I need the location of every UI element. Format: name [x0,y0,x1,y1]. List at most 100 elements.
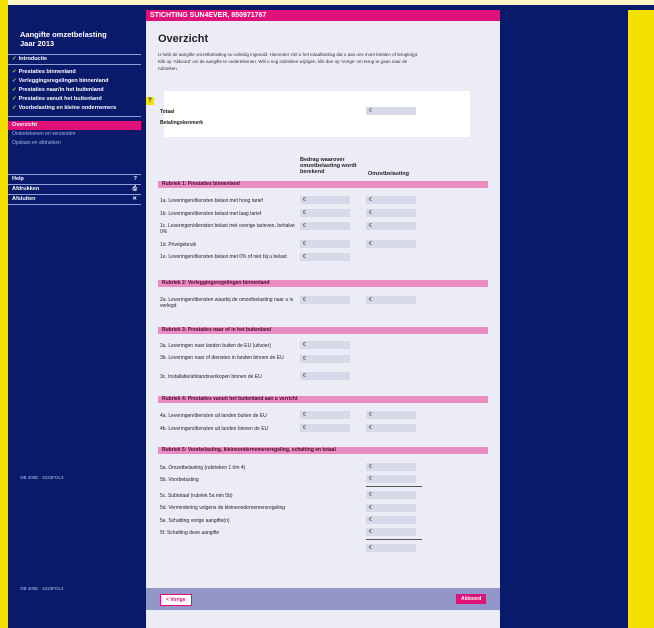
sidebar-title: Aangifte omzetbelasting Jaar 2013 [8,10,145,48]
field-5d[interactable]: € [366,504,416,512]
help-icon: ? [133,176,137,182]
totaal-field[interactable]: € [366,107,416,115]
row-label-1e: 1e. Leveringen/diensten belast met 0% of… [160,254,287,260]
check-icon: ✓ [12,56,17,62]
sidebar-item-label: Verleggingsregelingen binnenland [18,78,109,84]
row-label-5a: 5a. Omzetbelasting (rubrieken 1 t/m 4) [160,465,246,471]
top-strip [0,0,654,5]
row-label-1c: 1c. Leveringen/diensten belast met overi… [160,223,295,235]
form-title: Aangifte omzetbelasting [20,30,107,39]
sidebar-item-overzicht[interactable]: Overzicht [8,121,141,130]
check-icon: ✓ [12,78,17,84]
row-label-5b: 5b. Voorbelasting [160,477,199,483]
field-2a-omzetbelasting[interactable]: € [366,296,416,304]
row-label-5e: 5e. Schatting vorige aangifte(n) [160,518,230,524]
sidebar-item-label: Prestaties binnenland [18,69,76,75]
total-line [366,539,422,540]
row-label-2a: 2a. Leveringen/diensten waarbij de omzet… [160,297,294,309]
section-header-rubriek-1: Rubriek 1: Prestaties binnenland [158,181,488,188]
org-header: STICHTING SUN4EVER, 850971767 [146,10,500,21]
row-label-4b: 4b. Leveringen/diensten uit landen binne… [160,426,269,432]
sidebar-item-prestaties-binnenland[interactable]: ✓ Prestaties binnenland [8,68,145,77]
totaal-label: Totaal [160,109,175,115]
sidebar-item-voorbelasting[interactable]: ✓ Voorbelasting en kleine ondernemers [8,104,145,113]
row-label-3b: 3b. Leveringen naar of diensten in lande… [160,355,284,361]
field-1d-bedrag[interactable]: € [300,240,350,248]
left-strip [0,0,8,628]
field-3c-bedrag[interactable]: € [300,372,350,380]
main-content: STICHTING SUN4EVER, 850971767 Overzicht … [146,10,500,628]
section-header-rubriek-5: Rubriek 5: Voorbelasting, kleineondernem… [158,447,488,454]
field-1b-bedrag[interactable]: € [300,209,350,217]
field-5c[interactable]: € [366,491,416,499]
field-5e[interactable]: € [366,516,416,524]
akkoord-button[interactable]: Akkoord [456,594,487,604]
row-label-5d: 5d. Vermindering volgens de kleineondern… [160,505,286,511]
sidebar-item-prestaties-buitenland[interactable]: ✓ Prestaties naar/in het buitenland [8,86,145,95]
field-4a-omzetbelasting[interactable]: € [366,411,416,419]
section-header-rubriek-3: Rubriek 3: Prestaties naar of in het bui… [158,327,488,334]
row-label-5c: 5c. Subtotaal (rubriek 5a min 5b) [160,493,233,499]
field-1d-omzetbelasting[interactable]: € [366,240,416,248]
footer-bar [146,588,500,610]
field-1e-bedrag[interactable]: € [300,253,350,261]
close-label: Afsluiten [12,196,36,202]
field-2a-bedrag[interactable]: € [300,296,350,304]
sidebar-item-introductie[interactable]: ✓ Introductie [8,55,145,64]
check-icon: ✓ [12,69,17,75]
subtotal-line [366,486,422,487]
help-link[interactable]: Help? [8,175,141,185]
sidebar-item-verleggingsregelingen[interactable]: ✓ Verleggingsregelingen binnenland [8,77,145,86]
betalingskenmerk-label: Betalingskenmerk [160,120,204,126]
field-4b-bedrag[interactable]: € [300,424,350,432]
field-4a-bedrag[interactable]: € [300,411,350,419]
help-question-icon[interactable]: ? [146,97,154,105]
column-header-bedrag: Bedrag waarover omzetbelasting wordt ber… [300,157,357,175]
row-label-3a: 3a. Leveringen naar landen buiten de EU … [160,343,271,349]
field-5b[interactable]: € [366,475,416,483]
sidebar-item-prestaties-vanuit-buitenland[interactable]: ✓ Prestaties vanuit het buitenland [8,95,145,104]
section-header-rubriek-4: Rubriek 4: Prestaties vanuit het buitenl… [158,396,488,403]
sidebar-item-label: Prestaties vanuit het buitenland [18,96,102,102]
form-code-bottom: OB 400E - 2223FOL3 [20,586,64,591]
row-label-1d: 1d. Privégebruik [160,242,197,248]
form-code: OB 400E - 2223FOL3 [20,475,64,480]
sidebar-divider [8,64,141,65]
sidebar-item-ondertekenen[interactable]: Ondertekenen en verzenden [8,130,145,139]
field-4b-omzetbelasting[interactable]: € [366,424,416,432]
field-5f[interactable]: € [366,528,416,536]
field-1a-bedrag[interactable]: € [300,196,350,204]
print-icon: ⎙ [132,186,137,192]
row-label-1b: 1b. Leveringen/diensten belast met laag … [160,211,262,217]
field-5-totaal[interactable]: € [366,544,416,552]
check-icon: ✓ [12,96,17,102]
close-icon: ✕ [132,196,137,202]
field-3a-bedrag[interactable]: € [300,341,350,349]
field-1b-omzetbelasting[interactable]: € [366,209,416,217]
page-title: Overzicht [158,33,209,45]
column-header-omzetbelasting: Omzetbelasting [368,171,409,177]
print-link[interactable]: Afdrukken ⎙ [8,185,141,195]
field-1c-omzetbelasting[interactable]: € [366,222,416,230]
intro-text: U hebt de aangifte omzetbelasting nu vol… [158,52,419,71]
form-year: Jaar 2013 [20,39,55,48]
field-5a[interactable]: € [366,463,416,471]
sidebar: Aangifte omzetbelasting Jaar 2013 ✓ Intro… [8,10,145,628]
row-label-4a: 4a. Leveringen/diensten uit landen buite… [160,413,267,419]
sidebar-item-label: Introductie [18,56,48,62]
field-1a-omzetbelasting[interactable]: € [366,196,416,204]
row-label-3c: 3c. Installatie/afstandsverkopen binnen … [160,374,262,380]
field-3b-bedrag[interactable]: € [300,355,350,363]
sidebar-item-label: Prestaties naar/in het buitenland [18,87,104,93]
check-icon: ✓ [12,87,17,93]
sidebar-divider [8,116,141,117]
field-1c-bedrag[interactable]: € [300,222,350,230]
previous-button[interactable]: < Vorige [160,594,192,606]
sidebar-item-opslaan[interactable]: Opslaan en afdrukken [8,139,145,148]
section-header-rubriek-2: Rubriek 2: Verleggingsregelingen binnenl… [158,280,488,287]
row-label-1a: 1a. Leveringen/diensten belast met hoog … [160,198,263,204]
right-strip [628,10,654,628]
sidebar-item-label: Voorbelasting en kleine ondernemers [18,105,117,111]
close-link[interactable]: Afsluiten ✕ [8,195,141,205]
row-label-5f: 5f. Schatting deze aangifte [160,530,220,536]
